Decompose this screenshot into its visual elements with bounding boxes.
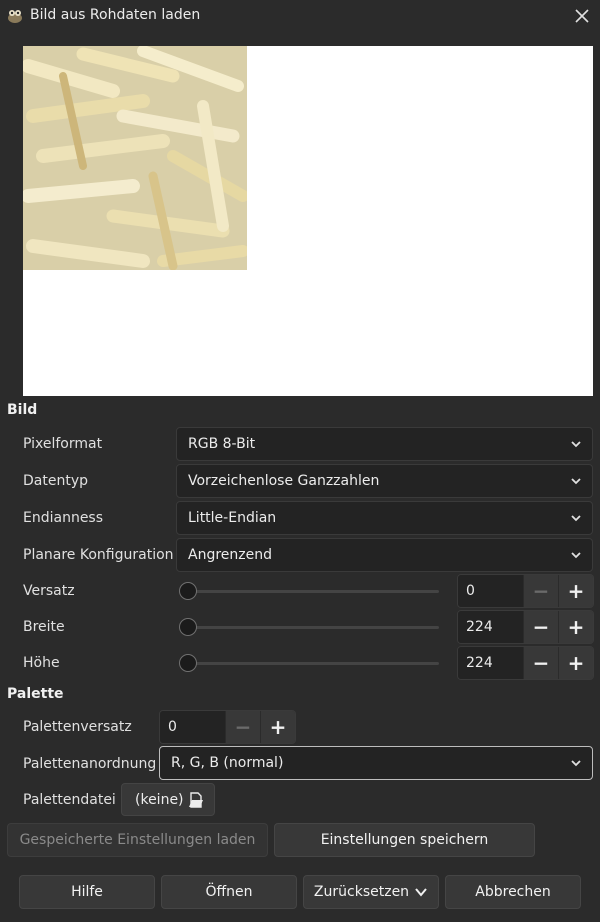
offset-increment-button[interactable]: +	[558, 575, 593, 607]
palette-offset-value[interactable]: 0	[160, 711, 225, 743]
height-increment-button[interactable]: +	[558, 647, 593, 679]
open-button[interactable]: Öffnen	[161, 875, 297, 909]
data-type-select[interactable]: Vorzeichenlose Ganzzahlen	[176, 464, 593, 498]
reset-button-label: Zurücksetzen	[313, 884, 410, 900]
slider-track	[184, 590, 439, 593]
offset-spinbutton[interactable]: 0 − +	[457, 574, 594, 608]
pixel-format-select[interactable]: RGB 8-Bit	[176, 427, 593, 461]
height-value[interactable]: 224	[458, 647, 523, 679]
palette-order-label: Palettenanordnung	[23, 756, 157, 772]
endianness-value: Little-Endian	[188, 510, 277, 526]
chevron-down-icon	[571, 552, 581, 559]
planar-config-value: Angrenzend	[188, 547, 272, 563]
height-decrement-button[interactable]: −	[523, 647, 558, 679]
section-image-heading: Bild	[7, 402, 38, 418]
help-button[interactable]: Hilfe	[19, 875, 155, 909]
pixel-format-label: Pixelformat	[23, 436, 103, 452]
data-type-value: Vorzeichenlose Ganzzahlen	[188, 473, 380, 489]
close-icon	[575, 9, 589, 23]
width-value[interactable]: 224	[458, 611, 523, 643]
width-increment-button[interactable]: +	[558, 611, 593, 643]
chevron-down-icon	[415, 888, 427, 897]
height-spinbutton[interactable]: 224 − +	[457, 646, 594, 680]
width-slider[interactable]	[176, 616, 439, 638]
width-decrement-button[interactable]: −	[523, 611, 558, 643]
pixel-format-value: RGB 8-Bit	[188, 436, 256, 452]
save-settings-button[interactable]: Einstellungen speichern	[274, 823, 535, 857]
slider-handle[interactable]	[179, 618, 197, 636]
palette-file-label: Palettendatei	[23, 792, 116, 808]
window-title: Bild aus Rohdaten laden	[30, 7, 201, 23]
reset-button[interactable]: Zurücksetzen	[303, 875, 439, 909]
palette-offset-decrement-button[interactable]: −	[225, 711, 260, 743]
gimp-wilber-icon	[8, 10, 22, 23]
preview-image	[23, 46, 247, 270]
palette-file-chooser-button[interactable]: (keine)	[121, 783, 215, 816]
section-palette-heading: Palette	[7, 686, 64, 702]
offset-value[interactable]: 0	[458, 575, 523, 607]
open-file-icon	[189, 792, 203, 808]
chevron-down-icon	[571, 515, 581, 522]
endianness-select[interactable]: Little-Endian	[176, 501, 593, 535]
slider-track	[184, 662, 439, 665]
palette-offset-increment-button[interactable]: +	[260, 711, 295, 743]
palette-order-select[interactable]: R, G, B (normal)	[159, 746, 593, 780]
slider-handle[interactable]	[179, 654, 197, 672]
cancel-button[interactable]: Abbrechen	[445, 875, 581, 909]
width-label: Breite	[23, 619, 65, 635]
palette-order-value: R, G, B (normal)	[171, 755, 284, 771]
width-spinbutton[interactable]: 224 − +	[457, 610, 594, 644]
chevron-down-icon	[571, 441, 581, 448]
load-saved-settings-button[interactable]: Gespeicherte Einstellungen laden	[7, 823, 268, 857]
offset-label: Versatz	[23, 583, 75, 599]
planar-config-select[interactable]: Angrenzend	[176, 538, 593, 572]
height-slider[interactable]	[176, 652, 439, 674]
slider-handle[interactable]	[179, 582, 197, 600]
offset-slider[interactable]	[176, 580, 439, 602]
endianness-label: Endianness	[23, 510, 104, 526]
close-button[interactable]	[570, 4, 594, 28]
image-preview	[23, 46, 593, 396]
data-type-label: Datentyp	[23, 473, 88, 489]
planar-config-label: Planare Konfiguration	[23, 547, 174, 563]
height-label: Höhe	[23, 655, 60, 671]
chevron-down-icon	[571, 478, 581, 485]
palette-offset-label: Palettenversatz	[23, 719, 132, 735]
slider-track	[184, 626, 439, 629]
palette-file-value: (keine)	[135, 791, 184, 808]
chevron-down-icon	[571, 760, 581, 767]
palette-offset-spinbutton[interactable]: 0 − +	[159, 710, 296, 744]
title-bar: Bild aus Rohdaten laden	[0, 0, 600, 32]
offset-decrement-button[interactable]: −	[523, 575, 558, 607]
